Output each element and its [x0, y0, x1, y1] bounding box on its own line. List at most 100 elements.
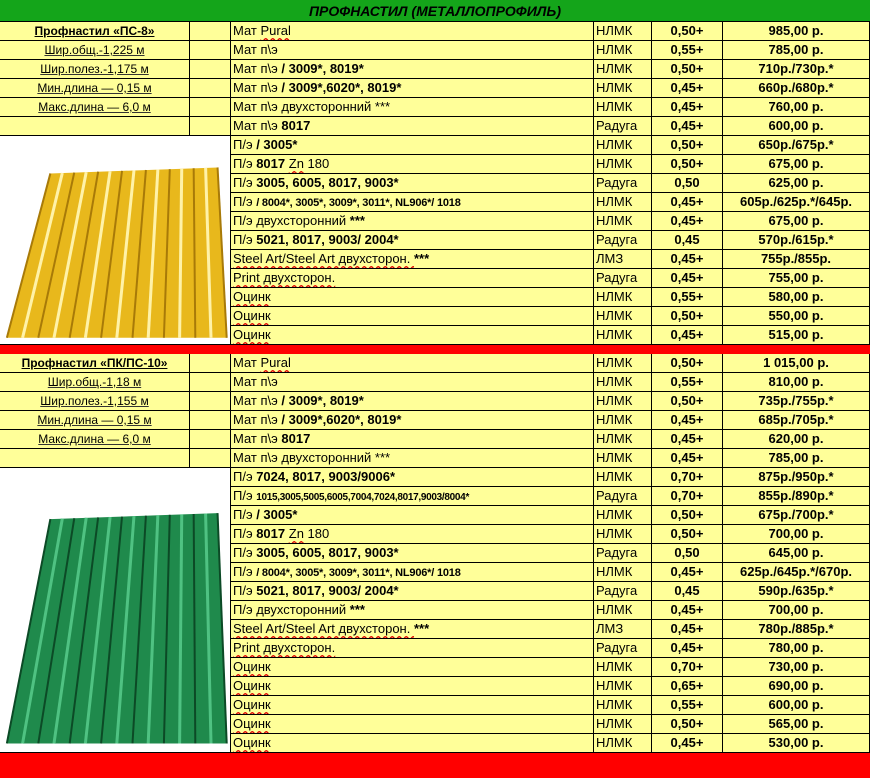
vendor-cell: НЛМК [594, 734, 652, 753]
product-name: Профнастил «ПС-8» [0, 22, 190, 41]
color-codes: 8017 [256, 156, 286, 171]
coating-type: Мат п\э [233, 412, 282, 427]
vendor-cell: НЛМК [594, 715, 652, 734]
table-row: Мат п\э 8017 Радуга 0,45+ 600,00 р. [0, 117, 870, 136]
coating-cell: Оцинк [231, 658, 594, 677]
coating-type: П/э [233, 545, 257, 560]
price-cell: 580,00 р. [723, 288, 870, 307]
price-cell: 985,00 р. [723, 22, 870, 41]
color-codes: / 8004*, 3005*, 3009*, 3011*, NL906*/ 10… [256, 567, 461, 579]
coating-cell: Мат п\э / 3009*,6020*, 8019* [231, 79, 594, 98]
coating-type: Мат п\э [233, 42, 278, 57]
vendor-cell: НЛМК [594, 506, 652, 525]
price-cell: 690,00 р. [723, 677, 870, 696]
thickness-cell: 0,45+ [652, 79, 723, 98]
coating-type: П/э [233, 469, 257, 484]
coating-cell: П/э двухсторонний *** [231, 601, 594, 620]
color-codes: 7024, 8017, 9003/9006* [256, 469, 396, 484]
coating-type: Мат п\э [233, 393, 282, 408]
coating-cell: Print двухсторон. [231, 639, 594, 658]
price-cell: 645,00 р. [723, 544, 870, 563]
color-codes: *** [413, 251, 430, 266]
coating-type: П/э [233, 156, 257, 171]
coating-type: П/э [233, 564, 257, 579]
empty-cell [190, 41, 231, 60]
coating-cell: Оцинк [231, 288, 594, 307]
coating-cell: Steel Art/Steel Art двухсторон. *** [231, 250, 594, 269]
coating-cell: Мат п\э двухсторонний *** [231, 449, 594, 468]
coating-cell: П/э / 3005* [231, 136, 594, 155]
product-param: Шир.общ.-1,225 м [0, 41, 190, 60]
vendor-cell: НЛМК [594, 155, 652, 174]
thickness-cell: 0,45 [652, 231, 723, 250]
thickness-cell: 0,50+ [652, 22, 723, 41]
thickness-cell: 0,50+ [652, 155, 723, 174]
coating-type: Оцинк [233, 308, 271, 323]
color-codes: / 3009*,6020*, 8019* [281, 412, 402, 427]
price-cell: 730,00 р. [723, 658, 870, 677]
thickness-cell: 0,45+ [652, 449, 723, 468]
coating-cell: П/э / 3005* [231, 506, 594, 525]
price-cell: 565,00 р. [723, 715, 870, 734]
vendor-cell: Радуга [594, 544, 652, 563]
coating-type: П/э [233, 194, 257, 209]
price-cell: 625,00 р. [723, 174, 870, 193]
zinc-label: Zn [288, 156, 304, 171]
price-cell: 700,00 р. [723, 601, 870, 620]
vendor-cell: НЛМК [594, 22, 652, 41]
vendor-cell: НЛМК [594, 373, 652, 392]
coating-type: П/э [233, 507, 257, 522]
price-cell: 600,00 р. [723, 117, 870, 136]
table-row: Шир.общ.-1,18 м Мат п\э НЛМК 0,55+ 810,00 р. [0, 373, 870, 392]
zinc-value: 180 [303, 526, 330, 541]
coating-cell: П/э 3005, 6005, 8017, 9003* [231, 544, 594, 563]
coating-cell: Мат Pural [231, 354, 594, 373]
coating-type: Мат п\э [233, 61, 282, 76]
green-corrugated-sheet-icon [5, 513, 228, 744]
thickness-cell: 0,50+ [652, 525, 723, 544]
price-cell: 700,00 р. [723, 525, 870, 544]
vendor-cell: НЛМК [594, 41, 652, 60]
table-row: Шир.полез.-1,175 м Мат п\э / 3009*, 8019*… [0, 60, 870, 79]
table-row: Профнастил «ПК/ПС-10» Мат Pural НЛМК 0,50+ 1… [0, 354, 870, 373]
vendor-cell: НЛМК [594, 307, 652, 326]
coating-type: П/э [233, 175, 257, 190]
color-codes: 5021, 8017, 9003/ 2004* [256, 583, 399, 598]
coating-cell: П/э 7024, 8017, 9003/9006* [231, 468, 594, 487]
vendor-cell: НЛМК [594, 354, 652, 373]
thickness-cell: 0,45+ [652, 269, 723, 288]
empty-cell [190, 392, 231, 411]
color-codes: / 3005* [256, 137, 298, 152]
price-cell: 1 015,00 р. [723, 354, 870, 373]
thickness-cell: 0,45+ [652, 98, 723, 117]
thickness-cell: 0,55+ [652, 288, 723, 307]
product-param: Мин.длина — 0,15 м [0, 411, 190, 430]
color-codes: / 3009*,6020*, 8019* [281, 80, 402, 95]
price-cell: 600,00 р. [723, 696, 870, 715]
product-param: Макс.длина — 6,0 м [0, 430, 190, 449]
coating-cell: Мат п\э / 3009*, 8019* [231, 392, 594, 411]
product-param: Шир.полез.-1,155 м [0, 392, 190, 411]
vendor-cell: НЛМК [594, 696, 652, 715]
empty-cell [190, 60, 231, 79]
thickness-cell: 0,45+ [652, 563, 723, 582]
table-row: Мин.длина — 0,15 м Мат п\э / 3009*,6020*,… [0, 411, 870, 430]
vendor-cell: НЛМК [594, 193, 652, 212]
price-cell: 760,00 р. [723, 98, 870, 117]
vendor-cell: Радуга [594, 174, 652, 193]
vendor-cell: ЛМЗ [594, 250, 652, 269]
vendor-cell: НЛМК [594, 288, 652, 307]
coating-type: Мат [233, 23, 261, 38]
coating-type: П/э двухсторонний [233, 213, 350, 228]
thickness-cell: 0,45+ [652, 212, 723, 231]
coating-brand: Pural [260, 355, 291, 370]
vendor-cell: НЛМК [594, 677, 652, 696]
thickness-cell: 0,45+ [652, 639, 723, 658]
coating-cell: Оцинк [231, 715, 594, 734]
thickness-cell: 0,45+ [652, 430, 723, 449]
price-cell: 755р./855р. [723, 250, 870, 269]
coating-type: Оцинк [233, 716, 271, 731]
thickness-cell: 0,45 [652, 582, 723, 601]
price-cell: 530,00 р. [723, 734, 870, 753]
coating-cell: Print двухсторон. [231, 269, 594, 288]
